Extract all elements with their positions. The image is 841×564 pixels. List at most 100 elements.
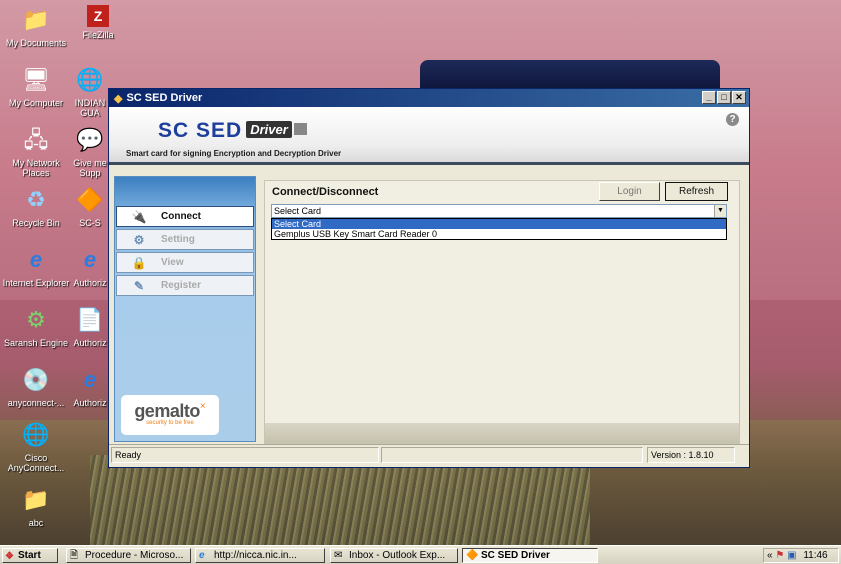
windows-flag-icon: ❖ <box>5 551 14 562</box>
tray-expand-icon[interactable]: « <box>767 550 773 561</box>
desktop-icon-my-network-places[interactable]: 🖧 My Network Places <box>1 125 71 178</box>
desktop-icon-indian-gua[interactable]: 🌐 INDIAN GUA <box>70 65 110 118</box>
start-label: Start <box>18 550 41 561</box>
chevron-down-icon[interactable]: ▼ <box>714 205 726 217</box>
folder-icon: 📁 <box>22 7 50 32</box>
connect-panel: Connect/Disconnect Login Refresh Select … <box>264 180 740 444</box>
login-button[interactable]: Login <box>599 182 660 201</box>
cisco-icon: 🌐 <box>22 422 50 447</box>
logo-main-text: SC SED <box>158 119 243 142</box>
nav-item-view[interactable]: 🔒 View <box>116 252 254 273</box>
internet-explorer-icon: e <box>83 367 97 392</box>
installer-icon: 💿 <box>22 367 50 392</box>
nav-item-connect[interactable]: 🔌 Connect <box>116 206 254 227</box>
version-label: Version : 1.8.10 <box>647 447 735 463</box>
brand-mark-icon: × <box>199 401 206 412</box>
desktop-icon-abc[interactable]: 📁 abc <box>1 485 71 528</box>
filezilla-icon: Z <box>87 5 109 27</box>
logo-ornament <box>293 123 307 135</box>
desktop-icon-authoriz-1[interactable]: e Authoriz <box>70 245 110 288</box>
start-button[interactable]: ❖ Start <box>2 548 58 563</box>
setting-icon: ⚙ <box>133 232 145 247</box>
system-tray: « ⚑ ▣ 11:46 <box>763 548 839 563</box>
internet-explorer-icon: e <box>199 550 205 561</box>
nav-label: View <box>161 257 184 268</box>
internet-explorer-icon: e <box>29 247 43 272</box>
nav-list: 🔌 Connect ⚙ Setting 🔒 View ✎ Register <box>116 206 254 298</box>
task-label: http://nicca.nic.in... <box>214 550 297 561</box>
brand-name: gemalto <box>134 401 200 421</box>
nav-item-register[interactable]: ✎ Register <box>116 275 254 296</box>
task-label: Inbox - Outlook Exp... <box>349 550 446 561</box>
logo-badge: Driver <box>246 121 292 138</box>
desktop-icon-internet-explorer[interactable]: e Internet Explorer <box>1 245 71 288</box>
title-bar[interactable]: ◆ SC SED Driver _ □ ✕ <box>109 89 749 107</box>
folder-icon: 📁 <box>22 487 50 512</box>
taskbar-item-browser[interactable]: e http://nicca.nic.in... <box>195 548 325 563</box>
desktop-wallpaper-roof <box>420 60 720 90</box>
close-button[interactable]: ✕ <box>732 91 746 104</box>
network-icon: 🖧 <box>23 127 49 152</box>
desktop-icon-authoriz-3[interactable]: e Authoriz <box>70 365 110 408</box>
sidebar: 🔌 Connect ⚙ Setting 🔒 View ✎ Register ge… <box>114 176 256 442</box>
desktop-icon-anyconnect[interactable]: 💿 anyconnect-... <box>0 365 72 408</box>
recycle-bin-icon: ♻ <box>26 187 46 212</box>
connect-icon: 🔌 <box>131 209 147 224</box>
clock: 11:46 <box>803 550 828 561</box>
word-document-icon: 🗎 <box>70 550 79 561</box>
nav-label: Connect <box>161 211 201 222</box>
engine-icon: ⚙ <box>26 307 46 332</box>
taskbar: ❖ Start 🗎 Procedure - Microso... e http:… <box>0 545 841 564</box>
computer-icon: 🖥 <box>22 67 50 92</box>
desktop-icon-sc-s[interactable]: 🔶 SC-S <box>70 185 110 228</box>
status-bar: Ready Version : 1.8.10 <box>109 444 749 466</box>
mail-icon: ✉ <box>334 550 343 561</box>
view-icon: 🔒 <box>131 255 147 270</box>
desktop-icon-my-computer[interactable]: 🖥 My Computer <box>1 65 71 108</box>
card-select-value: Select Card <box>274 206 322 216</box>
minimize-button[interactable]: _ <box>702 91 716 104</box>
desktop-icon-saransh-engine[interactable]: ⚙ Saransh Engine <box>0 305 74 348</box>
window-title: SC SED Driver <box>126 92 203 104</box>
dropdown-option[interactable]: Gemplus USB Key Smart Card Reader 0 <box>272 229 726 239</box>
sc-sed-driver-window: ◆ SC SED Driver _ □ ✕ SC SED Driver Smart… <box>108 88 750 468</box>
task-label: Procedure - Microso... <box>85 550 184 561</box>
app-icon: ◆ <box>114 92 123 105</box>
desktop-icon-recycle-bin[interactable]: ♻ Recycle Bin <box>1 185 71 228</box>
support-icon: 💬 <box>76 127 104 152</box>
nav-item-setting[interactable]: ⚙ Setting <box>116 229 254 250</box>
dropdown-option[interactable]: Select Card <box>272 219 726 229</box>
taskbar-item-sc-sed-driver[interactable]: 🔶 SC SED Driver <box>462 548 598 563</box>
desktop-icon-my-documents[interactable]: 📁 My Documents <box>1 5 71 48</box>
nav-label: Register <box>161 280 202 291</box>
status-cell-empty <box>381 447 643 463</box>
card-select[interactable]: Select Card ▼ <box>271 204 727 218</box>
panel-footer-strip <box>265 423 739 443</box>
panel-title: Connect/Disconnect <box>272 186 379 198</box>
app-subtitle: Smart card for signing Encryption and De… <box>126 149 342 158</box>
sc-sed-icon: 🔶 <box>76 187 104 212</box>
desktop-icon-cisco-anyconnect[interactable]: 🌐 Cisco AnyConnect... <box>1 420 71 473</box>
help-icon[interactable]: ? <box>726 113 739 126</box>
desktop-icon-authoriz-2[interactable]: 📄 Authoriz <box>70 305 110 348</box>
internet-explorer-icon: e <box>83 247 97 272</box>
app-banner: SC SED Driver Smart card for signing Encr… <box>109 107 749 165</box>
globe-icon: 🌐 <box>76 67 104 92</box>
tray-icons: ⚑ <box>775 550 785 561</box>
app-logo: SC SED Driver <box>158 119 307 143</box>
gemalto-logo: gemalto× security to be free <box>121 395 219 435</box>
desktop-icon-filezilla[interactable]: Z FileZilla <box>68 5 128 40</box>
card-select-dropdown: Select Card Gemplus USB Key Smart Card R… <box>271 218 727 240</box>
sc-sed-icon: 🔶 <box>466 550 479 561</box>
register-icon: ✎ <box>133 278 145 293</box>
network-tray-icon[interactable]: ▣ <box>787 550 796 561</box>
maximize-button[interactable]: □ <box>717 91 731 104</box>
desktop-icon-give-me-supp[interactable]: 💬 Give me Supp <box>70 125 110 178</box>
taskbar-item-procedure[interactable]: 🗎 Procedure - Microso... <box>66 548 191 563</box>
task-label: SC SED Driver <box>481 550 550 561</box>
desktop-wallpaper-grass <box>90 455 590 545</box>
refresh-button[interactable]: Refresh <box>665 182 728 201</box>
nav-label: Setting <box>161 234 195 245</box>
status-text: Ready <box>111 447 379 463</box>
taskbar-item-outlook[interactable]: ✉ Inbox - Outlook Exp... <box>330 548 458 563</box>
